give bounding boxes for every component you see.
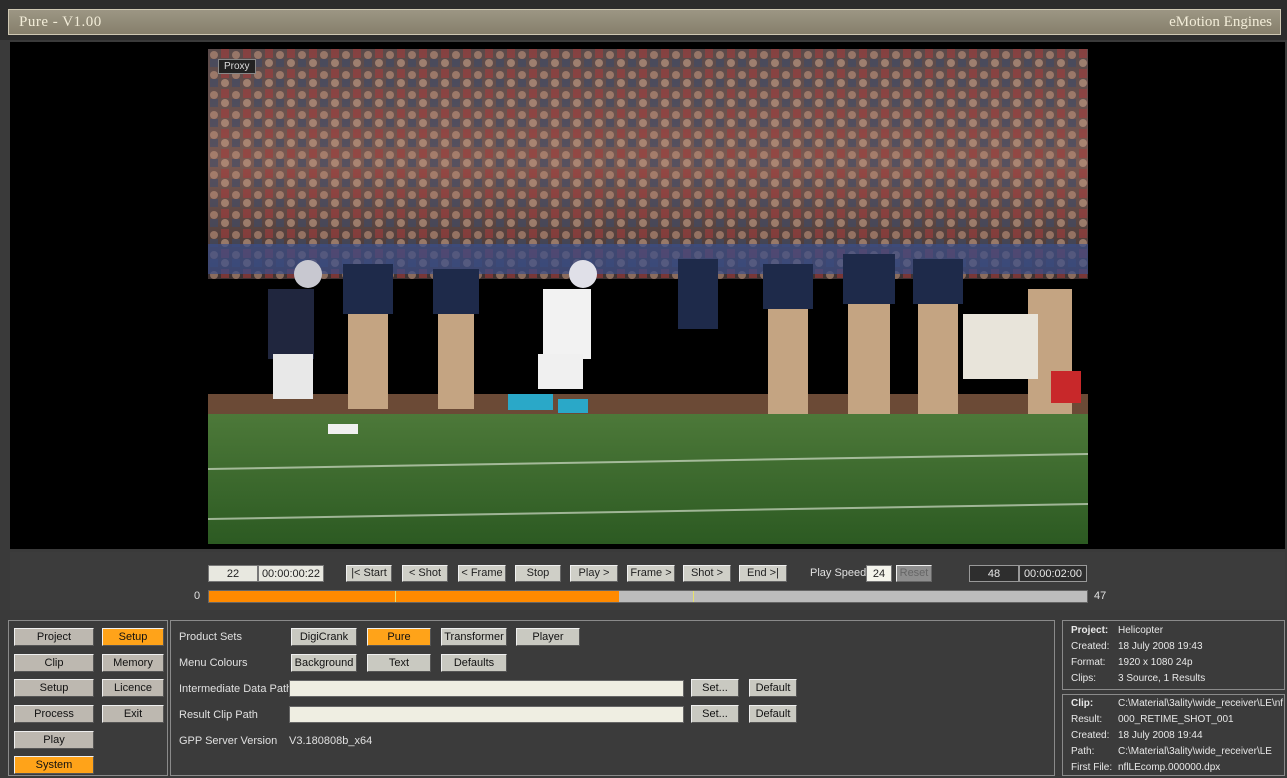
nav-setup-button[interactable]: Setup	[14, 679, 94, 697]
proxy-label: Proxy	[218, 59, 256, 74]
project-format-key: Format:	[1071, 657, 1106, 668]
gpp-version-value: V3.180808b_x64	[289, 735, 373, 747]
range-start-label: 0	[194, 590, 201, 602]
project-created-key: Created:	[1071, 641, 1110, 652]
clip-key: Clip:	[1071, 698, 1094, 709]
clip-created-row: Created: 18 July 2008 19:44	[1071, 730, 1203, 741]
end-button[interactable]: End >|	[739, 565, 787, 582]
sub-memory-button[interactable]: Memory	[102, 654, 164, 672]
nav-project-button[interactable]: Project	[14, 628, 94, 646]
clip-path-key: Path:	[1071, 746, 1095, 757]
clip-result-row: Result: 000_RETIME_SHOT_001	[1071, 714, 1234, 725]
intermediate-default-button[interactable]: Default	[749, 679, 797, 697]
sub-licence-button[interactable]: Licence	[102, 679, 164, 697]
nav-process-button[interactable]: Process	[14, 705, 94, 723]
result-set-button[interactable]: Set...	[691, 705, 739, 723]
clip-row: Clip: C:\Material\3ality\wide_receiver\LE…	[1071, 698, 1283, 709]
project-value: Helicopter	[1118, 625, 1164, 636]
project-created-row: Created: 18 July 2008 19:43	[1071, 641, 1203, 652]
sub-exit-button[interactable]: Exit	[102, 705, 164, 723]
product-digicrank-button[interactable]: DigiCrank	[291, 628, 357, 646]
reset-button[interactable]: Reset	[896, 565, 932, 582]
product-sets-label: Product Sets	[179, 631, 242, 643]
next-frame-button[interactable]: Frame >	[627, 565, 675, 582]
clip-path-value: C:\Material\3ality\wide_receiver\LE	[1118, 746, 1272, 757]
intermediate-path-label: Intermediate Data Path	[179, 683, 293, 695]
product-transformer-button[interactable]: Transformer	[441, 628, 507, 646]
start-button[interactable]: |< Start	[346, 565, 392, 582]
clip-result-key: Result:	[1071, 714, 1103, 725]
result-path-label: Result Clip Path	[179, 709, 258, 721]
transport-bar: 22 00:00:00:22 |< Start < Shot < Frame S…	[10, 552, 1285, 610]
current-frame-field[interactable]: 22	[208, 565, 258, 582]
clip-first-file-value: nflLEcomp.000000.dpx	[1118, 762, 1221, 773]
system-setup-panel: Product Sets DigiCrank Pure Transformer …	[170, 620, 1055, 776]
project-key: Project:	[1071, 625, 1109, 636]
timeline-scrubber[interactable]	[208, 590, 1088, 603]
clip-info-panel: Clip: C:\Material\3ality\wide_receiver\LE…	[1062, 694, 1285, 776]
current-timecode-field[interactable]: 00:00:00:22	[258, 565, 324, 582]
colour-defaults-button[interactable]: Defaults	[441, 654, 507, 672]
product-player-button[interactable]: Player	[516, 628, 580, 646]
clip-path-row: Path: C:\Material\3ality\wide_receiver\LE	[1071, 746, 1272, 757]
project-clips-key: Clips:	[1071, 673, 1097, 684]
colour-text-button[interactable]: Text	[367, 654, 431, 672]
intermediate-path-field[interactable]	[289, 680, 684, 697]
video-viewer: Proxy	[10, 42, 1285, 549]
project-row: Project: Helicopter	[1071, 625, 1163, 636]
menu-colours-label: Menu Colours	[179, 657, 248, 669]
timeline-marker	[395, 591, 396, 602]
play-speed-field[interactable]: 24	[866, 565, 892, 582]
intermediate-set-button[interactable]: Set...	[691, 679, 739, 697]
prev-frame-button[interactable]: < Frame	[458, 565, 506, 582]
play-button[interactable]: Play >	[570, 565, 618, 582]
sub-setup-button[interactable]: Setup	[102, 628, 164, 646]
clip-result-value: 000_RETIME_SHOT_001	[1118, 714, 1234, 725]
football-scene-image	[208, 49, 1088, 544]
range-end-label: 47	[1094, 590, 1107, 602]
title-bar: Pure - V1.00 eMotion Engines	[0, 0, 1287, 40]
prev-shot-button[interactable]: < Shot	[402, 565, 448, 582]
project-format-row: Format: 1920 x 1080 24p	[1071, 657, 1193, 668]
timeline-progress	[209, 591, 620, 602]
clip-value: C:\Material\3ality\wide_receiver\LE\nf	[1118, 698, 1284, 709]
nav-system-button[interactable]: System	[14, 756, 94, 774]
colour-background-button[interactable]: Background	[291, 654, 357, 672]
timeline-marker	[693, 591, 694, 602]
end-frame-field[interactable]: 48	[969, 565, 1019, 582]
clip-created-key: Created:	[1071, 730, 1110, 741]
gpp-version-label: GPP Server Version	[179, 735, 278, 747]
nav-play-button[interactable]: Play	[14, 731, 94, 749]
project-info-panel: Project: Helicopter Created: 18 July 2008 …	[1062, 620, 1285, 690]
nav-clip-button[interactable]: Clip	[14, 654, 94, 672]
play-speed-label: Play Speed	[810, 567, 867, 579]
project-clips-row: Clips: 3 Source, 1 Results	[1071, 673, 1205, 684]
clip-first-file-row: First File: nflLEcomp.000000.dpx	[1071, 762, 1220, 773]
clip-first-file-key: First File:	[1071, 762, 1113, 773]
project-clips-value: 3 Source, 1 Results	[1118, 673, 1206, 684]
app-title: Pure - V1.00	[19, 14, 102, 30]
nav-panel: Project Clip Setup Process Play System S…	[8, 620, 168, 776]
result-default-button[interactable]: Default	[749, 705, 797, 723]
brand-label: eMotion Engines	[1169, 14, 1272, 30]
product-pure-button[interactable]: Pure	[367, 628, 431, 646]
project-created-value: 18 July 2008 19:43	[1118, 641, 1203, 652]
clip-created-value: 18 July 2008 19:44	[1118, 730, 1203, 741]
video-frame[interactable]: Proxy	[208, 49, 1088, 544]
project-format-value: 1920 x 1080 24p	[1118, 657, 1193, 668]
result-path-field[interactable]	[289, 706, 684, 723]
end-timecode-field[interactable]: 00:00:02:00	[1019, 565, 1087, 582]
title-bar-frame: Pure - V1.00 eMotion Engines	[8, 9, 1281, 35]
stop-button[interactable]: Stop	[515, 565, 561, 582]
next-shot-button[interactable]: Shot >	[683, 565, 731, 582]
